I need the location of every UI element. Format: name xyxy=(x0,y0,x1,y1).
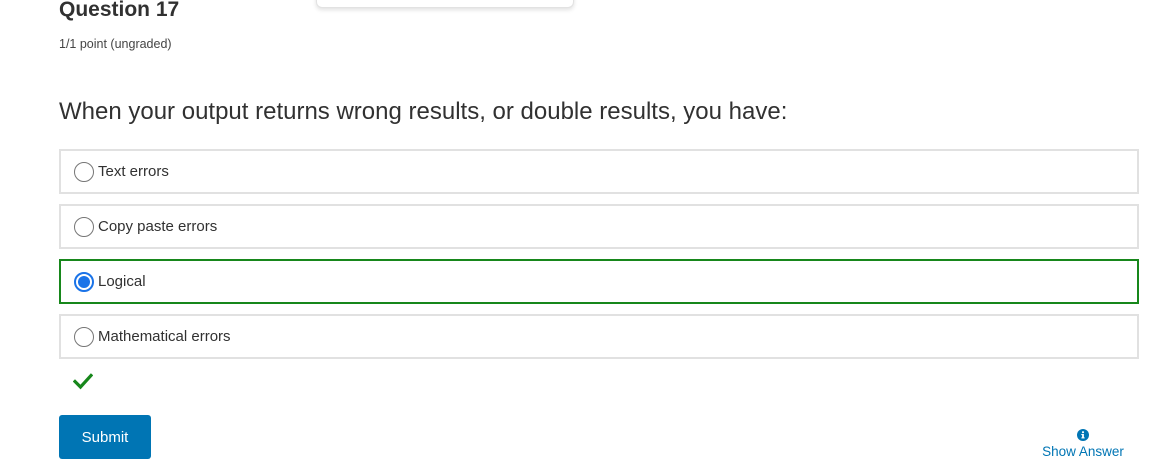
choice-label: Text errors xyxy=(98,163,169,180)
info-icon xyxy=(1077,429,1089,441)
radio-button[interactable] xyxy=(74,326,94,347)
choice-option-copy-paste-errors[interactable]: Copy paste errors xyxy=(59,204,1139,249)
choice-option-logical[interactable]: Logical xyxy=(59,259,1139,304)
show-answer-label: Show Answer xyxy=(1042,444,1124,459)
popover-stub xyxy=(316,0,574,8)
choice-label: Mathematical errors xyxy=(98,328,231,345)
radio-button-selected[interactable] xyxy=(74,271,94,292)
radio-button[interactable] xyxy=(74,216,94,237)
choice-list: Text errors Copy paste errors Logical Ma… xyxy=(59,149,1139,369)
choice-option-text-errors[interactable]: Text errors xyxy=(59,149,1139,194)
show-answer-button[interactable]: Show Answer xyxy=(1030,429,1136,461)
choice-label: Logical xyxy=(98,273,146,290)
choice-option-mathematical-errors[interactable]: Mathematical errors xyxy=(59,314,1139,359)
question-title: Question 17 xyxy=(59,0,180,21)
checkmark-icon xyxy=(73,373,93,390)
question-prompt: When your output returns wrong results, … xyxy=(59,98,788,125)
radio-button[interactable] xyxy=(74,161,94,182)
question-points: 1/1 point (ungraded) xyxy=(59,37,172,51)
submit-button[interactable]: Submit xyxy=(59,415,151,459)
choice-label: Copy paste errors xyxy=(98,218,218,235)
